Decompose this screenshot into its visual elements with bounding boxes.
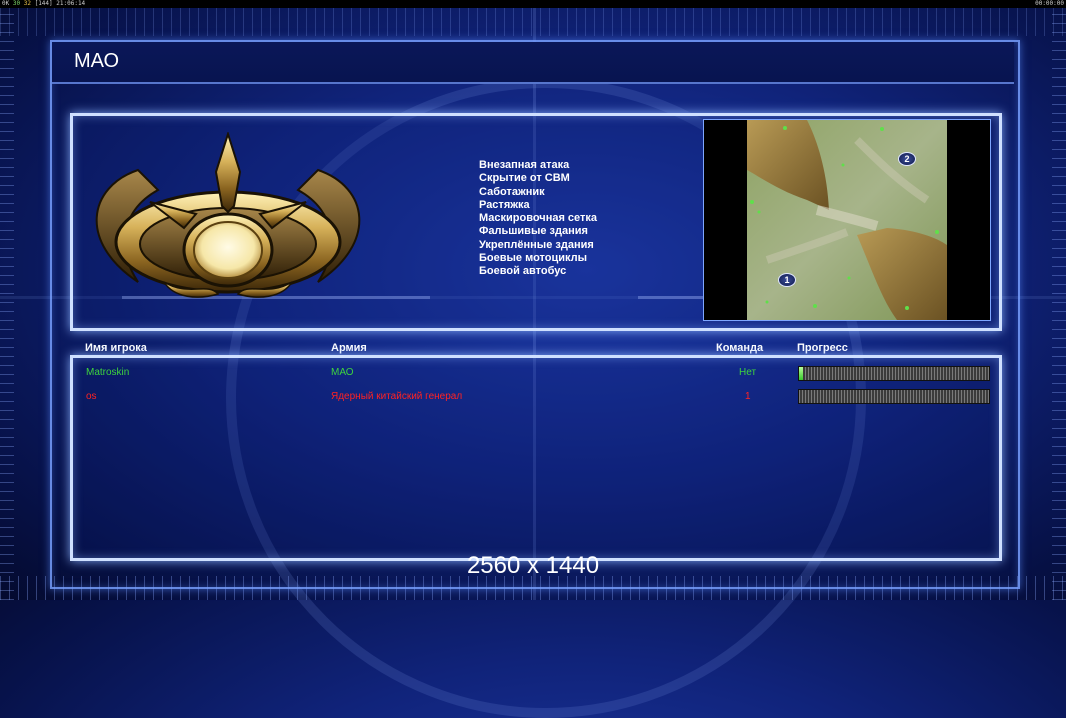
player-team: 1 (745, 391, 751, 402)
player-progress-bar (798, 366, 990, 381)
player-progress-fill (799, 367, 803, 380)
map-terrain (747, 120, 947, 320)
player-army: МАО (331, 367, 354, 378)
spawn-marker: 1 (778, 273, 796, 287)
ability-item: Внезапная атака (479, 159, 570, 171)
overlay-clock: 21:06:14 (56, 0, 86, 7)
overlay-timer: 00:00:00 (1035, 0, 1064, 7)
overlay-yellow-value: 32 (23, 0, 31, 7)
gold-crest-emblem (95, 132, 361, 298)
ability-item: Скрытие от СВМ (479, 172, 570, 185)
resolution-label: 2560 x 1440 (466, 552, 600, 579)
overlay-green-value: 30 (12, 0, 21, 7)
player-name: os (86, 391, 97, 402)
title-bar (52, 42, 1014, 84)
grid-right-decoration (1052, 8, 1066, 600)
player-name: Matroskin (86, 367, 130, 378)
ability-item: Боевые мотоциклы (479, 252, 588, 265)
ability-item: Саботажник (479, 185, 545, 198)
header-army: Армия (331, 342, 367, 354)
header-progress: Прогресс (797, 342, 848, 354)
overlay-prefix: 0K (2, 0, 10, 7)
player-team: Нет (739, 367, 757, 378)
ability-item: Боевой автобус (479, 265, 567, 278)
general-abilities-list: Внезапная атака Скрытие от СВМ Саботажни… (479, 159, 597, 279)
spawn-marker: 2 (898, 152, 916, 166)
grid-left-decoration (0, 8, 14, 600)
header-team: Команда (716, 342, 764, 354)
page-title: МАО (74, 50, 120, 72)
player-progress-bar (798, 389, 990, 404)
panel-divider-right (638, 296, 706, 299)
players-panel (70, 355, 1002, 561)
overlay-stats: 0K 30 32 [144] 21:06:14 (2, 0, 85, 8)
ability-item: Фальшивые здания (479, 225, 588, 238)
header-player-name: Имя игрока (85, 342, 147, 354)
map-preview: 2 1 (703, 119, 991, 321)
overlay-gray-value: [144] (34, 0, 53, 7)
ability-item: Маскировочная сетка (479, 212, 598, 225)
ability-item: Растяжка (479, 198, 530, 211)
ability-item: Укреплённые здания (479, 238, 594, 251)
fps-overlay: 0K 30 32 [144] 21:06:14 00:00:00 (0, 0, 1066, 8)
player-army: Ядерный китайский генерал (331, 391, 463, 402)
